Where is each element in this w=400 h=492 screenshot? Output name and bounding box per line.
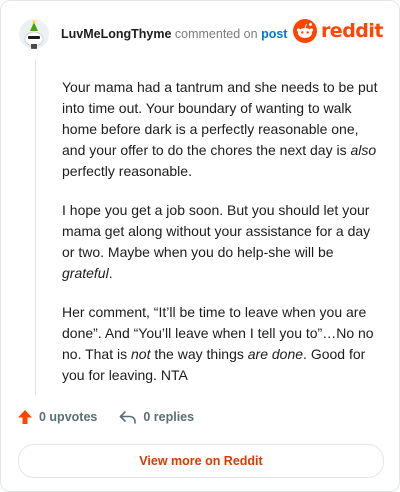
comment-actions: 0 upvotes 0 replies <box>17 409 194 425</box>
comment-meta: LuvMeLongThyme commented on post <box>61 27 287 41</box>
upvote-button[interactable]: 0 upvotes <box>17 409 97 425</box>
user-avatar[interactable] <box>19 19 49 49</box>
thread-line[interactable] <box>35 59 36 395</box>
reply-count: 0 replies <box>143 410 195 424</box>
upvote-count: 0 upvotes <box>39 410 98 424</box>
reply-arrow-icon <box>120 411 137 424</box>
comment-header: LuvMeLongThyme commented on post reddit <box>19 17 384 51</box>
comment-card: LuvMeLongThyme commented on post reddit … <box>0 0 400 492</box>
comment-paragraph-3: Her comment, “It’ll be time to leave whe… <box>62 304 374 383</box>
reply-button[interactable]: 0 replies <box>119 410 194 424</box>
comment-paragraph-1: Your mama had a tantrum and she needs to… <box>62 79 378 179</box>
view-more-button[interactable]: View more on Reddit <box>18 444 384 478</box>
snoo-avatar-icon <box>24 20 44 49</box>
comment-body: Your mama had a tantrum and she needs to… <box>62 77 384 404</box>
comment-paragraph-2: I hope you get a job soon. But you shoul… <box>62 202 371 281</box>
reddit-snoo-icon <box>292 19 317 43</box>
reddit-wordmark: reddit <box>320 20 384 42</box>
upvote-arrow-icon <box>18 410 32 424</box>
reddit-logo[interactable]: reddit <box>292 19 384 43</box>
username-link[interactable]: LuvMeLongThyme <box>61 27 171 41</box>
post-link[interactable]: post <box>261 27 287 41</box>
action-text: commented on <box>174 27 258 41</box>
